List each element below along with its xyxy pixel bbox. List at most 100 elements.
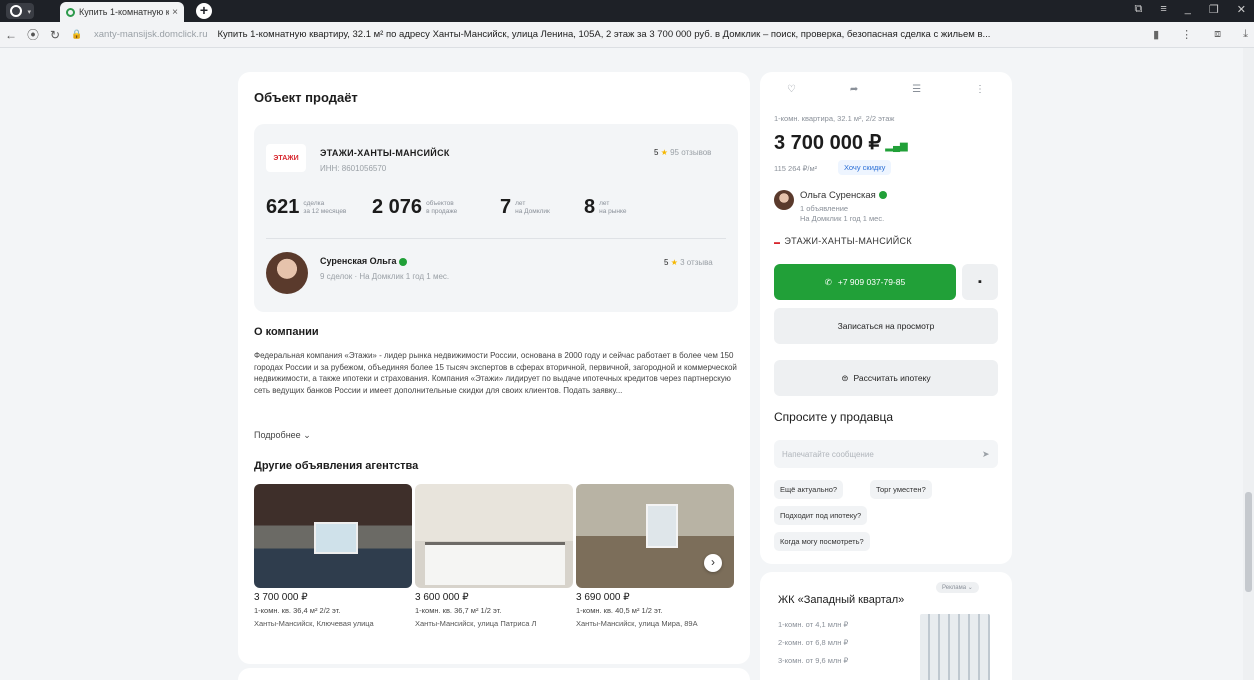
listing-params: 1-комн. кв. 40,5 м² 1/2 эт. bbox=[576, 606, 663, 615]
agency-rating-value: 5 bbox=[654, 148, 659, 157]
ad-badge[interactable]: Реклама ⌄ bbox=[936, 582, 979, 593]
download-icon[interactable]: ⤓ bbox=[1243, 28, 1248, 41]
share-icon[interactable]: ➦ bbox=[850, 84, 858, 95]
send-icon[interactable]: ➤ bbox=[982, 449, 990, 460]
compare-icon[interactable]: ☰ bbox=[912, 84, 921, 95]
quick-question-chip[interactable]: Торг уместен? bbox=[870, 480, 932, 499]
other-listings-title: Другие объявления агентства bbox=[254, 460, 419, 472]
more-icon[interactable]: ⋮ bbox=[975, 84, 985, 95]
carousel-next-button[interactable]: › bbox=[704, 554, 722, 572]
listing-address: Ханты-Мансийск, улица Мира, 89А bbox=[576, 619, 698, 628]
new-tab-button[interactable]: + bbox=[196, 3, 212, 19]
agency-inn: ИНН: 8601056570 bbox=[320, 164, 387, 173]
url-host[interactable]: xanty-mansijsk.domclick.ru bbox=[94, 29, 208, 40]
minimize-icon[interactable]: _ bbox=[1185, 3, 1191, 16]
about-text: Федеральная компания «Этажи» - лидер рын… bbox=[254, 351, 737, 395]
building-image bbox=[920, 614, 990, 680]
agency-box: ЭТАЖИ ЭТАЖИ-ХАНТЫ-МАНСИЙСК ИНН: 86010565… bbox=[254, 124, 738, 312]
agent-name[interactable]: Суренская Ольга bbox=[320, 256, 408, 266]
easy-setup-icon[interactable]: ≡ bbox=[1160, 3, 1166, 16]
ad-card[interactable]: Реклама ⌄ ЖК «Западный квартал» 1-комн. … bbox=[760, 572, 1012, 680]
browser-tab-bar: ▾ Купить 1-комнатную к × + ⧉ ≡ _ ❐ ✕ bbox=[0, 0, 1254, 22]
quick-question-chip[interactable]: Когда могу посмотреть? bbox=[774, 532, 870, 551]
listing-photo[interactable] bbox=[576, 484, 734, 588]
chat-button[interactable]: ▪ bbox=[962, 264, 998, 300]
offer-card: ♡ ➦ ☰ ⋮ 1-комн. квартира, 32.1 м², 2/2 э… bbox=[760, 72, 1012, 564]
divider bbox=[266, 238, 726, 239]
offer-subtitle: 1-комн. квартира, 32.1 м², 2/2 этаж bbox=[774, 114, 895, 123]
chevron-down-icon: ▾ bbox=[27, 9, 31, 16]
star-icon: ★ bbox=[670, 258, 678, 267]
phone-icon: ✆ bbox=[824, 276, 832, 287]
mortgage-button[interactable]: ⊜ Рассчитать ипотеку bbox=[774, 360, 998, 396]
call-button[interactable]: ✆ +7 909 037-79-85 bbox=[774, 264, 956, 300]
listing-address: Ханты-Мансийск, улица Патриса Л bbox=[415, 619, 537, 628]
agency-logo-text: ЭТАЖИ bbox=[273, 154, 299, 162]
stat-value: 8 bbox=[584, 196, 596, 218]
offer-price: 3 700 000 ₽ ▂▄▆ bbox=[774, 132, 908, 154]
agent-avatar[interactable] bbox=[774, 190, 794, 210]
snapshot-icon[interactable]: ⧉ bbox=[1135, 3, 1143, 16]
listing-photo[interactable] bbox=[415, 484, 573, 588]
close-window-icon[interactable]: ✕ bbox=[1237, 3, 1246, 16]
agency-link[interactable]: ▬ ЭТАЖИ-ХАНТЫ-МАНСИЙСК bbox=[774, 236, 912, 246]
agent-rating[interactable]: 5 ★ 3 отзыва bbox=[664, 258, 713, 267]
shield-icon[interactable]: ⦿ bbox=[22, 26, 44, 43]
agency-logo[interactable]: ЭТАЖИ bbox=[266, 144, 306, 172]
stat-label: сделка за 12 месяцев bbox=[303, 199, 347, 215]
chevron-down-icon: ⌄ bbox=[303, 430, 311, 440]
restore-icon[interactable]: ❐ bbox=[1209, 3, 1219, 16]
agent-meta: 1 объявление На Домклик 1 год 1 мес. bbox=[800, 204, 885, 223]
chat-icon: ▪ bbox=[978, 276, 982, 288]
ad-line: 3-комн. от 9,6 млн ₽ bbox=[778, 656, 849, 665]
agent-avatar[interactable] bbox=[266, 252, 308, 294]
more-icon[interactable]: ⋮ bbox=[1181, 28, 1192, 41]
browser-tab-active[interactable]: Купить 1-комнатную к × bbox=[60, 2, 184, 22]
lock-icon[interactable]: 🔒 bbox=[66, 29, 88, 40]
agency-logo-small: ▬ bbox=[774, 240, 781, 246]
bookmark-icon[interactable]: ▮ bbox=[1153, 28, 1159, 41]
browser-menu-button[interactable]: ▾ bbox=[6, 3, 34, 19]
discount-button[interactable]: Хочу скидку bbox=[838, 160, 892, 175]
calculator-icon: ⊜ bbox=[841, 372, 849, 383]
stat-label: объектов в продаже bbox=[426, 199, 458, 215]
agent-name[interactable]: Ольга Суренская bbox=[800, 190, 887, 201]
listing-card[interactable]: 3 600 000 ₽ 1-комн. кв. 36,7 м² 1/2 эт. … bbox=[415, 484, 573, 628]
back-icon[interactable]: ← bbox=[0, 28, 22, 42]
agency-rating[interactable]: 5 ★ 95 отзывов bbox=[654, 148, 711, 157]
price-chart-icon[interactable]: ▂▄▆ bbox=[885, 141, 907, 152]
agency-name[interactable]: ЭТАЖИ-ХАНТЫ-МАНСИЙСК bbox=[320, 148, 450, 158]
opera-logo-icon bbox=[10, 5, 22, 17]
seller-card: Объект продаёт ЭТАЖИ ЭТАЖИ-ХАНТЫ-МАНСИЙС… bbox=[238, 72, 750, 664]
stat-value: 621 bbox=[266, 196, 300, 218]
url-page-title[interactable]: Купить 1-комнатную квартиру, 32.1 м² по … bbox=[218, 29, 1068, 40]
verified-icon bbox=[399, 257, 408, 266]
quick-question-chip[interactable]: Подходит под ипотеку? bbox=[774, 506, 868, 525]
listing-params: 1-комн. кв. 36,7 м² 1/2 эт. bbox=[415, 606, 502, 615]
scrollbar-thumb[interactable] bbox=[1245, 492, 1252, 592]
domclick-favicon-icon bbox=[66, 7, 75, 17]
close-tab-icon[interactable]: × bbox=[172, 7, 178, 18]
stat-deals: 621 сделка за 12 месяцев bbox=[266, 196, 346, 219]
address-bar-actions: ▮ ⋮ ⧈ ⤓ bbox=[1153, 28, 1248, 41]
stat-years-domclick: 7 лет на Домклик bbox=[500, 196, 550, 219]
extensions-icon[interactable]: ⧈ bbox=[1214, 28, 1221, 41]
stat-years-market: 8 лет на рынке bbox=[584, 196, 627, 219]
tab-title: Купить 1-комнатную к bbox=[79, 7, 170, 17]
listing-price: 3 700 000 ₽ bbox=[254, 592, 308, 603]
favorite-icon[interactable]: ♡ bbox=[787, 84, 796, 95]
reload-icon[interactable]: ↻ bbox=[44, 28, 66, 42]
listing-card[interactable]: 3 700 000 ₽ 1-комн. кв. 36,4 м² 2/2 эт. … bbox=[254, 484, 412, 628]
verified-icon bbox=[878, 191, 887, 200]
about-title: О компании bbox=[254, 326, 319, 338]
chevron-down-icon: ⌄ bbox=[967, 585, 973, 591]
ask-seller-title: Спросите у продавца bbox=[774, 410, 894, 424]
message-input[interactable] bbox=[774, 440, 998, 468]
viewing-button[interactable]: Записаться на просмотр bbox=[774, 308, 998, 344]
agent-rating-value: 5 bbox=[664, 258, 669, 267]
address-bar: ← ⦿ ↻ 🔒 xanty-mansijsk.domclick.ru Купит… bbox=[0, 22, 1254, 48]
listing-photo[interactable] bbox=[254, 484, 412, 588]
more-link[interactable]: Подробнее ⌄ bbox=[254, 430, 311, 441]
agent-reviews-count: 3 отзыва bbox=[680, 258, 713, 267]
quick-question-chip[interactable]: Ещё актуально? bbox=[774, 480, 844, 499]
